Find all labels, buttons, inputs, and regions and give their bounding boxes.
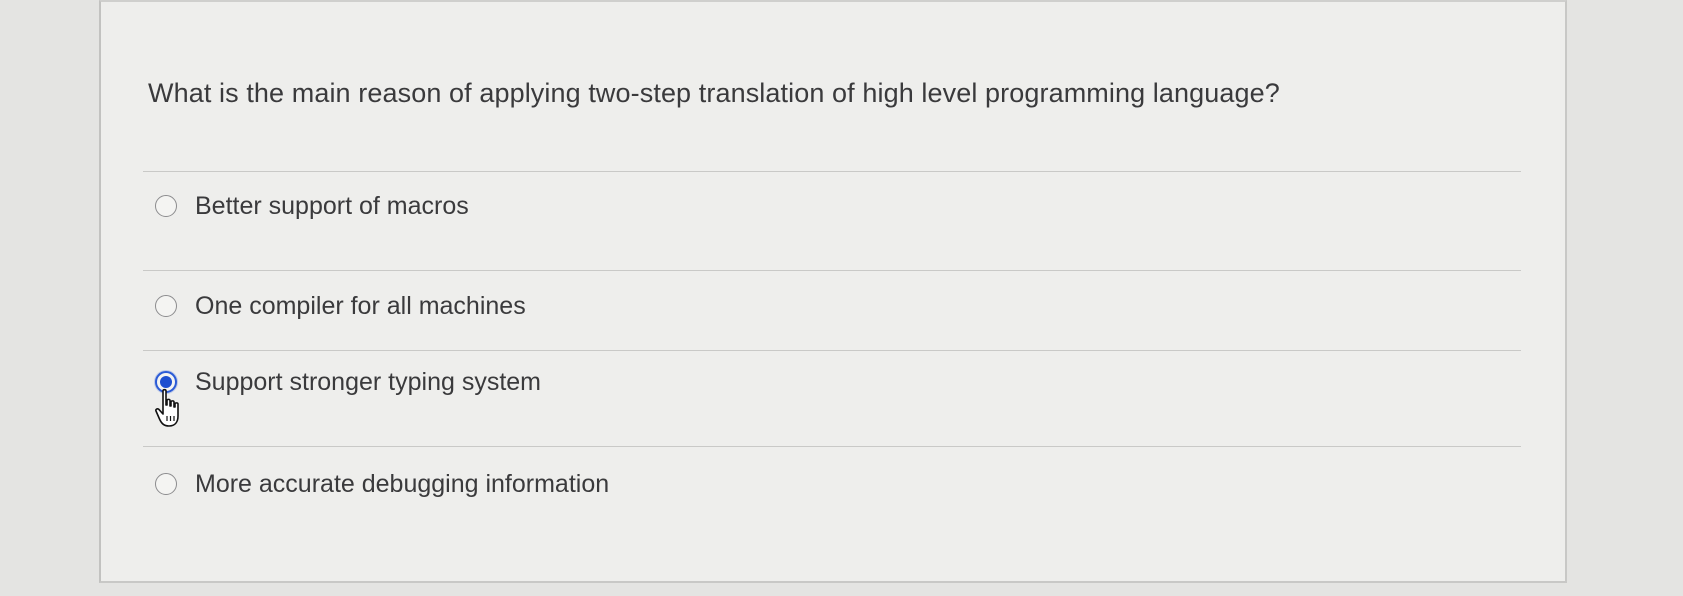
radio-button[interactable] [155,295,177,317]
option-label: One compiler for all machines [195,291,526,320]
radio-button[interactable] [155,473,177,495]
divider [143,171,1521,172]
option-label: Better support of macros [195,191,469,220]
divider [143,270,1521,271]
option-one-compiler-for-all-machines[interactable]: One compiler for all machines [155,288,526,324]
option-more-accurate-debugging-information[interactable]: More accurate debugging information [155,466,609,502]
hand-pointer-icon [155,388,179,427]
option-label: Support stronger typing system [195,367,541,396]
option-label: More accurate debugging information [195,469,610,498]
radio-button[interactable] [155,195,177,217]
option-support-stronger-typing-system[interactable]: Support stronger typing system [155,364,541,400]
option-better-support-of-macros[interactable]: Better support of macros [155,188,469,224]
divider [143,446,1521,447]
divider [143,350,1521,351]
question-text: What is the main reason of applying two-… [148,78,1280,108]
